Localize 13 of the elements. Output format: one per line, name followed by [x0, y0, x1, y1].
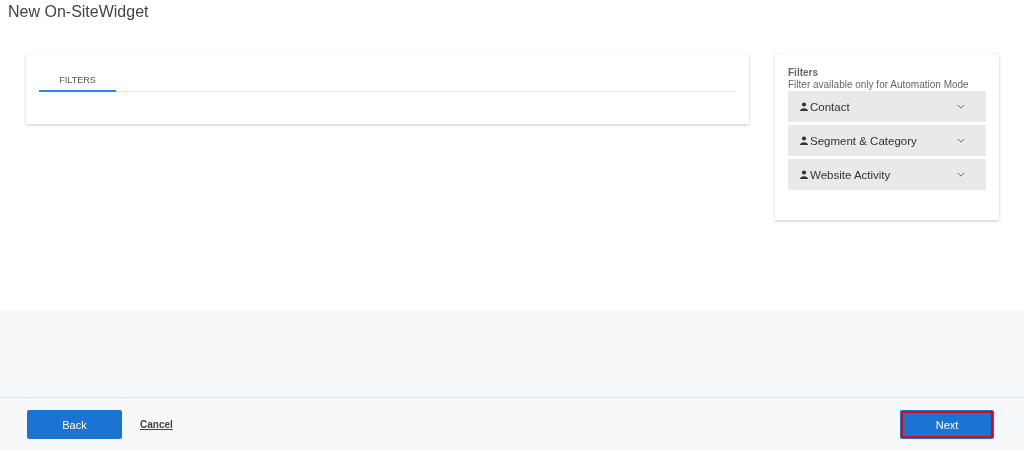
back-button[interactable]: Back — [27, 410, 122, 439]
person-icon — [800, 102, 808, 111]
cancel-link[interactable]: Cancel — [140, 419, 173, 430]
filter-accordion[interactable]: Segment & Category — [788, 125, 986, 156]
person-icon — [800, 170, 808, 179]
person-icon — [800, 136, 808, 145]
filter-accordion[interactable]: Website Activity — [788, 159, 986, 190]
filters-tab[interactable]: FILTERS — [39, 69, 116, 92]
panel-title: Filters — [788, 67, 819, 78]
page-title: New On-SiteWidget — [7, 2, 150, 22]
panel-subtitle: Filter available only for Automation Mode — [788, 79, 970, 90]
next-button[interactable]: Next — [900, 410, 994, 439]
filter-accordion[interactable]: Contact — [788, 91, 986, 122]
